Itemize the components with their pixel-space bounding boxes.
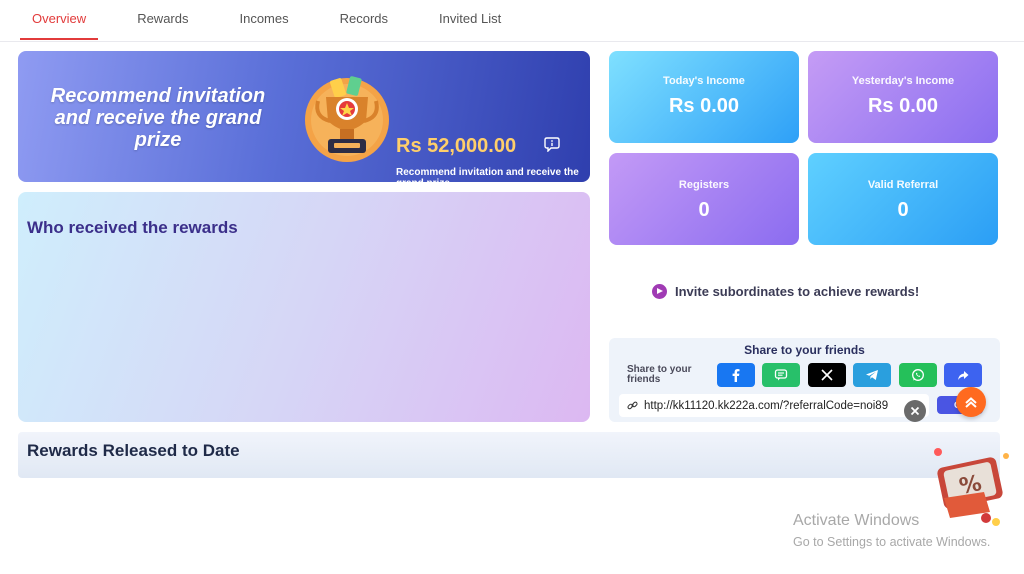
x-icon bbox=[821, 369, 833, 381]
tab-records[interactable]: Records bbox=[328, 0, 400, 40]
share-facebook-button[interactable] bbox=[717, 363, 755, 387]
share-arrow-icon bbox=[958, 371, 969, 380]
valid-referral-value: 0 bbox=[897, 199, 909, 221]
share-x-button[interactable] bbox=[808, 363, 846, 387]
registers-label: Registers bbox=[678, 179, 730, 191]
yesterday-income-card: Yesterday's Income Rs 0.00 bbox=[808, 51, 998, 143]
tab-overview[interactable]: Overview bbox=[20, 0, 99, 40]
rewards-released-title: Rewards Released to Date bbox=[27, 441, 240, 460]
activate-windows-subtitle: Go to Settings to activate Windows. bbox=[793, 535, 991, 549]
share-title: Share to your friends bbox=[744, 343, 865, 357]
close-icon[interactable] bbox=[904, 400, 926, 422]
share-more-button[interactable] bbox=[944, 363, 982, 387]
message-icon bbox=[774, 369, 788, 381]
valid-referral-label: Valid Referral bbox=[867, 179, 939, 191]
prize-subtitle: Recommend invitation and receive the gra… bbox=[396, 167, 579, 182]
today-income-card: Today's Income Rs 0.00 bbox=[609, 51, 799, 143]
share-whatsapp-button[interactable] bbox=[899, 363, 937, 387]
yesterday-income-value: Rs 0.00 bbox=[867, 95, 939, 117]
invite-text: Invite subordinates to achieve rewards! bbox=[675, 284, 920, 299]
play-circle-icon bbox=[652, 284, 667, 299]
valid-referral-card: Valid Referral 0 bbox=[808, 153, 998, 245]
referral-link-field[interactable]: http://kk11120.kk222a.com/?referralCode=… bbox=[619, 394, 929, 417]
share-label: Share to your friends bbox=[627, 364, 692, 385]
discount-gift-icon[interactable]: % bbox=[924, 440, 1018, 530]
share-telegram-button[interactable] bbox=[853, 363, 891, 387]
chat-bubble-icon[interactable] bbox=[544, 136, 560, 152]
promo-banner: Recommend invitation and receive the gra… bbox=[18, 51, 590, 182]
scroll-to-top-button[interactable] bbox=[956, 387, 986, 417]
facebook-icon bbox=[732, 369, 740, 382]
today-income-label: Today's Income bbox=[663, 75, 745, 87]
referral-link-text: http://kk11120.kk222a.com/?referralCode=… bbox=[644, 399, 889, 412]
recipients-title: Who received the rewards bbox=[27, 218, 238, 237]
rewards-released-panel: Rewards Released to Date bbox=[18, 432, 1000, 478]
tab-incomes[interactable]: Incomes bbox=[227, 0, 300, 40]
reward-recipients-panel: Who received the rewards bbox=[18, 192, 590, 422]
double-chevron-up-icon bbox=[965, 397, 977, 408]
activate-windows-title: Activate Windows bbox=[793, 512, 920, 529]
telegram-icon bbox=[866, 370, 878, 380]
tab-bar: Overview Rewards Incomes Records Invited… bbox=[0, 0, 1024, 42]
invite-message: Invite subordinates to achieve rewards! bbox=[652, 284, 919, 299]
prize-amount: Rs 52,000.00 bbox=[396, 135, 517, 157]
whatsapp-icon bbox=[912, 369, 924, 381]
today-income-value: Rs 0.00 bbox=[668, 95, 740, 117]
banner-title: Recommend invitation and receive the gra… bbox=[50, 85, 266, 151]
registers-card: Registers 0 bbox=[609, 153, 799, 245]
share-panel: Share to your friends Share to your frie… bbox=[609, 338, 1000, 422]
trophy-icon bbox=[305, 76, 389, 162]
registers-value: 0 bbox=[698, 199, 710, 221]
link-icon bbox=[627, 401, 638, 410]
tab-invited-list[interactable]: Invited List bbox=[427, 0, 513, 40]
share-message-button[interactable] bbox=[762, 363, 800, 387]
tab-rewards[interactable]: Rewards bbox=[125, 0, 200, 40]
yesterday-income-label: Yesterday's Income bbox=[851, 75, 955, 87]
